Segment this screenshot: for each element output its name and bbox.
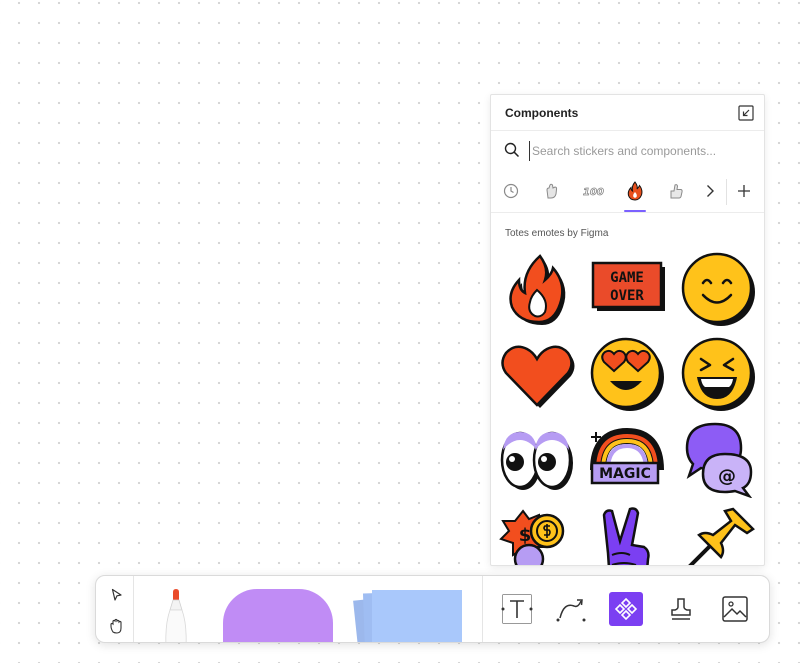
mention-text: @ <box>718 466 736 487</box>
heart-eyes-sticker[interactable] <box>588 335 666 413</box>
clock-icon <box>503 183 519 199</box>
tabs-next-button[interactable] <box>699 179 721 203</box>
game-over-sticker[interactable]: GAME OVER <box>588 250 666 328</box>
search-row <box>491 131 764 171</box>
sticky-note-icon[interactable] <box>350 586 470 642</box>
game-over-line1: GAME <box>610 270 644 286</box>
shape-icon[interactable] <box>223 589 333 642</box>
hand-icon[interactable] <box>100 609 134 642</box>
tab-fire[interactable] <box>624 179 646 203</box>
mention-bubble-sticker[interactable]: @ <box>679 420 757 499</box>
selected-tab-indicator <box>624 210 646 212</box>
components-panel: Components Search stickers and component… <box>490 94 765 566</box>
chevron-right-icon <box>707 185 714 197</box>
svg-text:100: 100 <box>583 187 604 198</box>
magic-text: MAGIC <box>599 466 651 482</box>
tab-recent[interactable] <box>500 179 522 203</box>
tabs-divider <box>726 179 727 205</box>
laughing-sticker[interactable] <box>679 335 757 413</box>
search-icon <box>504 142 520 158</box>
heart-sticker[interactable] <box>497 335 575 413</box>
game-over-line2: OVER <box>610 288 644 304</box>
thumbs-sticker-icon <box>670 184 683 199</box>
panel-title: Components <box>505 106 579 120</box>
collapse-arrow-icon[interactable] <box>738 105 754 121</box>
text-tool-icon[interactable] <box>500 592 534 626</box>
widgets-icon[interactable] <box>609 592 643 626</box>
marker-icon[interactable] <box>154 586 198 642</box>
bottom-toolbar <box>95 575 770 643</box>
money-text: $ <box>519 525 532 546</box>
cursor-icon[interactable] <box>100 578 134 612</box>
connector-icon[interactable] <box>554 592 588 626</box>
tab-hands[interactable] <box>541 179 563 203</box>
magic-rainbow-sticker[interactable]: MAGIC <box>588 420 666 498</box>
plus-icon <box>738 185 750 197</box>
peace-hand-sticker[interactable] <box>588 505 666 565</box>
panel-header: Components <box>491 95 764 131</box>
eyes-sticker[interactable] <box>497 420 575 498</box>
money-sticker[interactable]: $ <box>497 505 575 565</box>
push-pin-sticker[interactable] <box>679 505 757 565</box>
add-tab-button[interactable] <box>733 179 755 203</box>
image-icon[interactable] <box>718 592 752 626</box>
smile-sticker[interactable] <box>679 250 757 328</box>
search-input[interactable] <box>529 141 754 161</box>
hand-sticker-icon <box>546 183 558 199</box>
fire-sticker-icon <box>627 181 643 201</box>
toolbar-divider <box>133 576 134 642</box>
toolbar-divider <box>482 576 483 642</box>
section-label: Totes emotes by Figma <box>505 228 609 239</box>
fire-sticker[interactable] <box>497 250 575 328</box>
tab-thumbs[interactable] <box>665 179 687 203</box>
stamp-icon[interactable] <box>664 592 698 626</box>
tab-100[interactable]: 100 <box>582 179 604 203</box>
hundred-sticker-icon: 100 <box>583 187 604 199</box>
sticker-tabs: 100 <box>491 171 764 213</box>
